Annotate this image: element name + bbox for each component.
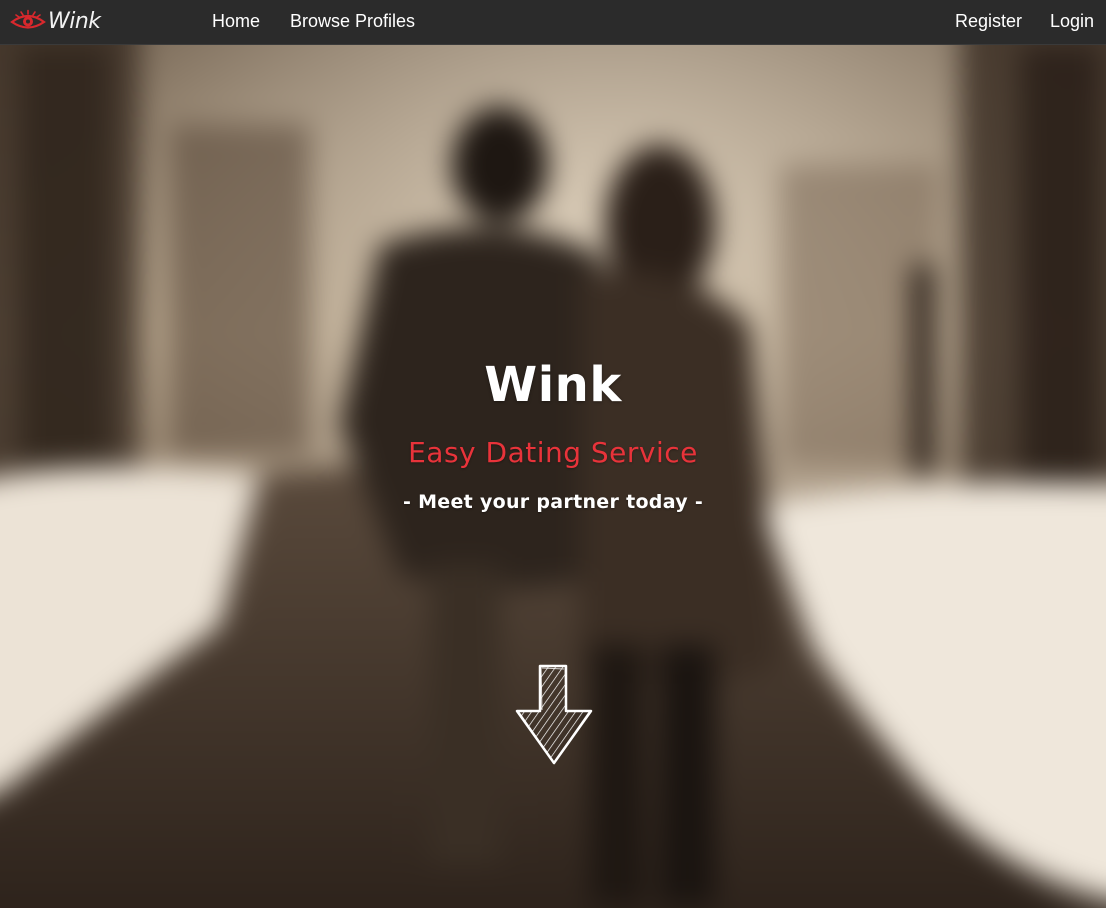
hero-tagline: - Meet your partner today - <box>402 491 704 513</box>
eye-icon <box>10 9 46 33</box>
top-navbar: Wink Home Browse Profiles Register Login <box>0 0 1106 45</box>
nav-login-link[interactable]: Login <box>1050 0 1094 44</box>
hero-subtitle: Easy Dating Service <box>408 436 698 469</box>
arrow-down-icon <box>514 663 594 767</box>
hero-section: Wink Easy Dating Service - Meet your par… <box>0 45 1106 908</box>
hero-content: Wink Easy Dating Service - Meet your par… <box>0 45 1106 908</box>
brand-name: Wink <box>48 8 101 34</box>
scroll-down-button[interactable] <box>514 663 594 767</box>
landing-page: Wink Home Browse Profiles Register Login <box>0 0 1106 908</box>
hero-title: Wink <box>484 357 622 413</box>
nav-register-link[interactable]: Register <box>955 0 1022 44</box>
nav-home-link[interactable]: Home <box>212 0 260 44</box>
brand-logo-link[interactable]: Wink <box>10 6 101 36</box>
nav-browse-profiles-link[interactable]: Browse Profiles <box>290 0 415 44</box>
